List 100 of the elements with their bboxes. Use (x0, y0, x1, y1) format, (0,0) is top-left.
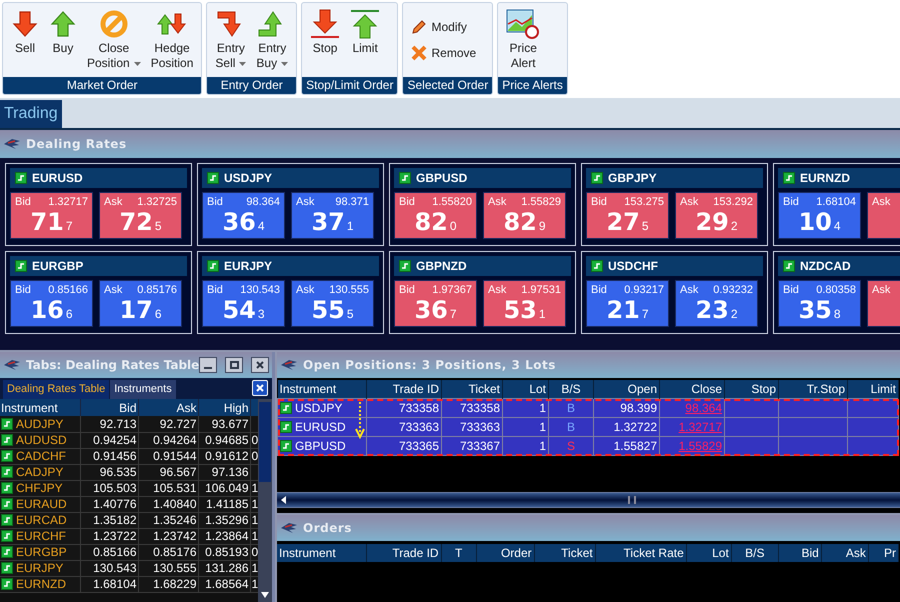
column-header[interactable]: Ask (821, 544, 868, 562)
panel-tab[interactable]: Dealing Rates Table (3, 380, 110, 399)
quote-box[interactable]: Ask 1.97531 53 1 (483, 280, 566, 327)
horizontal-scrollbar[interactable] (277, 492, 900, 508)
quote-box[interactable]: Ask 1.55829 82 9 (483, 192, 566, 239)
quote-label: Ask (296, 195, 314, 209)
table-cell: 0.94264 (138, 432, 198, 448)
table-cell: 0.94254 (80, 432, 138, 448)
panel-tab[interactable]: Instruments (110, 380, 176, 399)
quote-label: Ask (488, 283, 506, 297)
instrument-icon (1, 482, 13, 494)
instrument-icon (1, 434, 13, 446)
scroll-thumb[interactable] (259, 402, 271, 482)
vertical-scrollbar[interactable] (258, 399, 272, 602)
quote-box[interactable]: Bid 0.85166 16 6 (10, 280, 93, 327)
quote-box[interactable]: Bid 1.97367 36 7 (394, 280, 477, 327)
pip-digit: 1 (538, 306, 546, 323)
quote-price: 153.292 (713, 195, 753, 209)
dotted-arrow-icon (355, 401, 365, 439)
prohibited-icon (100, 10, 128, 38)
ribbon-button[interactable]: Price Alert (501, 7, 546, 71)
instrument-icon (280, 421, 292, 433)
pip-digit: 7 (642, 306, 649, 323)
quote-box[interactable]: Bid 1.55820 82 0 (394, 192, 477, 239)
quote-box[interactable]: Bid 0.80358 35 8 (778, 280, 861, 327)
table-cell: 106.049 (198, 480, 250, 496)
up-arrow-line-icon (350, 9, 380, 39)
quote-box[interactable]: Ask 0.85176 17 6 (99, 280, 182, 327)
column-header[interactable]: T (441, 544, 476, 562)
ribbon-button[interactable]: Modify (409, 18, 486, 36)
position-row[interactable]: EURUSD 733363 733363 1 B 1.32722 1.32717 (278, 418, 898, 436)
table-cell: 105.503 (80, 480, 138, 496)
table-cell: 92.727 (138, 416, 198, 432)
table-cell: 1.35182 (80, 512, 138, 528)
big-figure: 54 (222, 297, 256, 323)
workspace-tab[interactable]: Trading (0, 100, 62, 128)
quote-box[interactable]: Ask 98.371 37 1 (291, 192, 374, 239)
pip-digit: 1 (346, 218, 354, 235)
minimize-button[interactable] (199, 357, 218, 373)
big-figure: 53 (503, 297, 537, 323)
ribbon-button[interactable]: Hedge Position (146, 7, 198, 71)
ribbon-button[interactable]: Stop (305, 7, 346, 56)
table-cell: B (548, 398, 594, 418)
quote-box[interactable]: Bid 0.93217 21 7 (586, 280, 669, 327)
column-header[interactable]: Pr (868, 544, 898, 562)
table-cell: 1.32722 (594, 418, 660, 436)
quote-box[interactable]: Ask 153.292 29 2 (675, 192, 758, 239)
column-header[interactable]: Ticket (534, 544, 596, 562)
table-cell: 0.85166 (80, 544, 138, 560)
ribbon-button[interactable]: Entry Sell (210, 7, 252, 71)
quote-box[interactable]: Ask 0.93232 23 2 (675, 280, 758, 327)
big-figure: 27 (606, 209, 640, 235)
instrument-icon (1, 530, 13, 542)
quote-box[interactable]: Bid 1.32717 71 7 (10, 192, 93, 239)
ribbon-button[interactable]: Remove (409, 44, 486, 62)
column-header[interactable]: Ticket Rate (595, 544, 686, 562)
ribbon-button[interactable]: Entry Buy (251, 7, 294, 71)
quote-box[interactable]: Bid 153.275 27 5 (586, 192, 669, 239)
ribbon-button[interactable]: Limit (345, 7, 386, 56)
quote-box[interactable]: Ask 130.555 55 5 (291, 280, 374, 327)
position-row[interactable]: GBPUSD 733365 733367 1 S 1.55827 1.55829 (278, 436, 898, 456)
instrument-icon (591, 260, 603, 272)
pip-digit: 2 (730, 218, 738, 235)
instrument-icon (15, 172, 27, 184)
column-header[interactable]: Bid (778, 544, 822, 562)
table-cell: 0.91456 (80, 448, 138, 464)
scroll-down-icon[interactable] (260, 590, 270, 600)
quote-box[interactable]: Bid 98.364 36 4 (202, 192, 285, 239)
ribbon-button[interactable]: Buy (44, 7, 82, 56)
pip-digit: 4 (834, 218, 841, 235)
quote-box[interactable]: Ask 1.32725 72 5 (99, 192, 182, 239)
column-header[interactable]: Lot (686, 544, 732, 562)
instrument-icon (280, 402, 292, 414)
eagle-icon (280, 359, 298, 371)
instrument-cell: CHFJPY (0, 480, 80, 496)
table-cell: 98.399 (594, 398, 660, 418)
table-cell: 1 (502, 418, 548, 436)
instrument-icon (15, 260, 27, 272)
quote-box[interactable]: Ask (867, 192, 900, 239)
position-row[interactable]: USDJPY 733358 733358 1 B 98.399 98.364 (278, 398, 898, 418)
column-header[interactable]: Trade ID (366, 544, 442, 562)
instrument-name: EURJPY (224, 258, 272, 275)
instrument-name: EURNZD (800, 170, 850, 187)
instrument-cell: EURGBP (0, 544, 80, 560)
scroll-grip-icon[interactable] (628, 496, 636, 504)
maximize-button[interactable] (225, 357, 244, 373)
table-cell: 98.364 (660, 398, 724, 418)
ribbon-button[interactable]: Sell (6, 7, 44, 56)
column-header[interactable]: B/S (731, 544, 778, 562)
quote-box[interactable]: Bid 130.543 54 3 (202, 280, 285, 327)
column-header[interactable]: Instrument (277, 544, 366, 562)
table-cell: 96.535 (80, 464, 138, 480)
close-button[interactable] (251, 357, 270, 373)
quote-box[interactable]: Bid 1.68104 10 4 (778, 192, 861, 239)
column-header[interactable]: Order (476, 544, 534, 562)
table-cell: 0.91544 (138, 448, 198, 464)
instrument-name: EURUSD (32, 170, 83, 187)
quote-price: 1.97367 (432, 283, 472, 297)
ribbon-button[interactable]: Close Position (82, 7, 146, 71)
quote-box[interactable]: Ask (867, 280, 900, 327)
